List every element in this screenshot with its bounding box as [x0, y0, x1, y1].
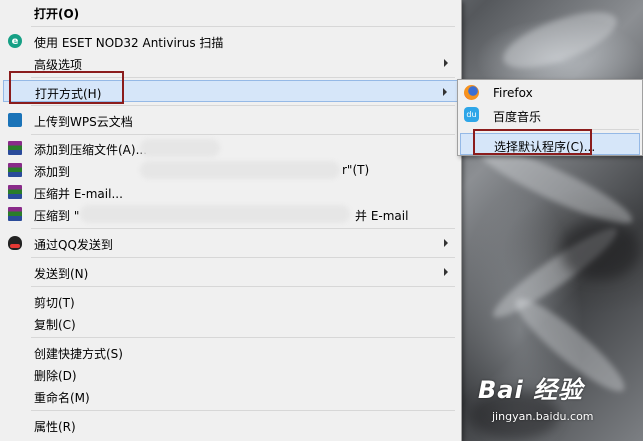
- menu-separator: [31, 228, 455, 229]
- annotation-box-open-with: [9, 71, 124, 104]
- submenu-item-label: 百度音乐: [493, 110, 542, 124]
- menu-item-upload-wps[interactable]: 上传到WPS云文档: [3, 109, 458, 131]
- menu-item-label-suffix: r"(T): [342, 163, 370, 177]
- baidu-music-icon: du: [464, 107, 480, 123]
- menu-item-label: 压缩并 E-mail...: [34, 187, 123, 201]
- menu-item-send-via-qq[interactable]: 通过QQ发送到: [3, 232, 458, 254]
- menu-item-send-to[interactable]: 发送到(N): [3, 261, 458, 283]
- menu-item-label: 剪切(T): [34, 296, 75, 310]
- menu-item-properties[interactable]: 属性(R): [3, 414, 458, 436]
- menu-item-label: 删除(D): [34, 369, 77, 383]
- menu-separator: [31, 26, 455, 27]
- menu-item-label: 打开(O): [34, 7, 80, 21]
- menu-separator: [31, 105, 455, 106]
- qq-icon: [7, 235, 23, 251]
- firefox-icon: [464, 85, 480, 101]
- menu-separator: [31, 337, 455, 338]
- submenu-item-label: Firefox: [493, 86, 533, 100]
- menu-item-label: 添加到: [34, 165, 71, 179]
- baidu-jingyan-watermark: Bai 经验 jingyan.baidu.com: [478, 370, 594, 423]
- menu-item-label-suffix: 并 E-mail: [355, 209, 409, 223]
- watermark-url: jingyan.baidu.com: [492, 410, 594, 423]
- menu-separator: [31, 134, 455, 135]
- menu-item-add-to-archive[interactable]: 添加到压缩文件(A)...: [3, 137, 458, 159]
- chevron-right-icon: [444, 59, 448, 67]
- menu-separator: [31, 257, 455, 258]
- winrar-icon: [7, 206, 23, 222]
- menu-item-label: 通过QQ发送到: [34, 238, 113, 252]
- submenu-item-firefox[interactable]: Firefox: [460, 82, 640, 104]
- menu-item-label: 压缩到 ": [34, 209, 80, 223]
- menu-item-cut[interactable]: 剪切(T): [3, 290, 458, 312]
- winrar-icon: [7, 184, 23, 200]
- menu-item-create-shortcut[interactable]: 创建快捷方式(S): [3, 341, 458, 363]
- menu-item-label: 重命名(M): [34, 391, 90, 405]
- eset-icon: e: [7, 33, 23, 49]
- redaction-blur: [140, 161, 340, 179]
- menu-item-label: 创建快捷方式(S): [34, 347, 123, 361]
- watermark-logo-text: Bai 经验: [478, 376, 584, 404]
- annotation-box-choose-default: [473, 129, 592, 155]
- menu-item-label: 发送到(N): [34, 267, 89, 281]
- context-menu: 打开(O) e 使用 ESET NOD32 Antivirus 扫描 高级选项 …: [0, 0, 462, 441]
- chevron-right-icon: [444, 268, 448, 276]
- winrar-icon: [7, 162, 23, 178]
- menu-item-eset-scan[interactable]: e 使用 ESET NOD32 Antivirus 扫描: [3, 30, 458, 52]
- menu-item-label: 使用 ESET NOD32 Antivirus 扫描: [34, 36, 224, 50]
- menu-item-rename[interactable]: 重命名(M): [3, 385, 458, 407]
- chevron-right-icon: [443, 88, 447, 96]
- menu-separator: [31, 410, 455, 411]
- menu-item-open[interactable]: 打开(O): [3, 1, 458, 23]
- redaction-blur: [140, 139, 220, 157]
- submenu-item-baidu-music[interactable]: du 百度音乐: [460, 104, 640, 126]
- menu-item-copy[interactable]: 复制(C): [3, 312, 458, 334]
- menu-item-label: 属性(R): [34, 420, 76, 434]
- menu-item-label: 添加到压缩文件(A)...: [34, 143, 148, 157]
- menu-item-compress-email[interactable]: 压缩并 E-mail...: [3, 181, 458, 203]
- wps-cloud-icon: [7, 112, 23, 128]
- menu-item-delete[interactable]: 删除(D): [3, 363, 458, 385]
- menu-separator: [31, 286, 455, 287]
- menu-item-label: 上传到WPS云文档: [34, 115, 133, 129]
- chevron-right-icon: [444, 239, 448, 247]
- menu-item-label: 复制(C): [34, 318, 76, 332]
- winrar-icon: [7, 140, 23, 156]
- redaction-blur: [80, 205, 350, 223]
